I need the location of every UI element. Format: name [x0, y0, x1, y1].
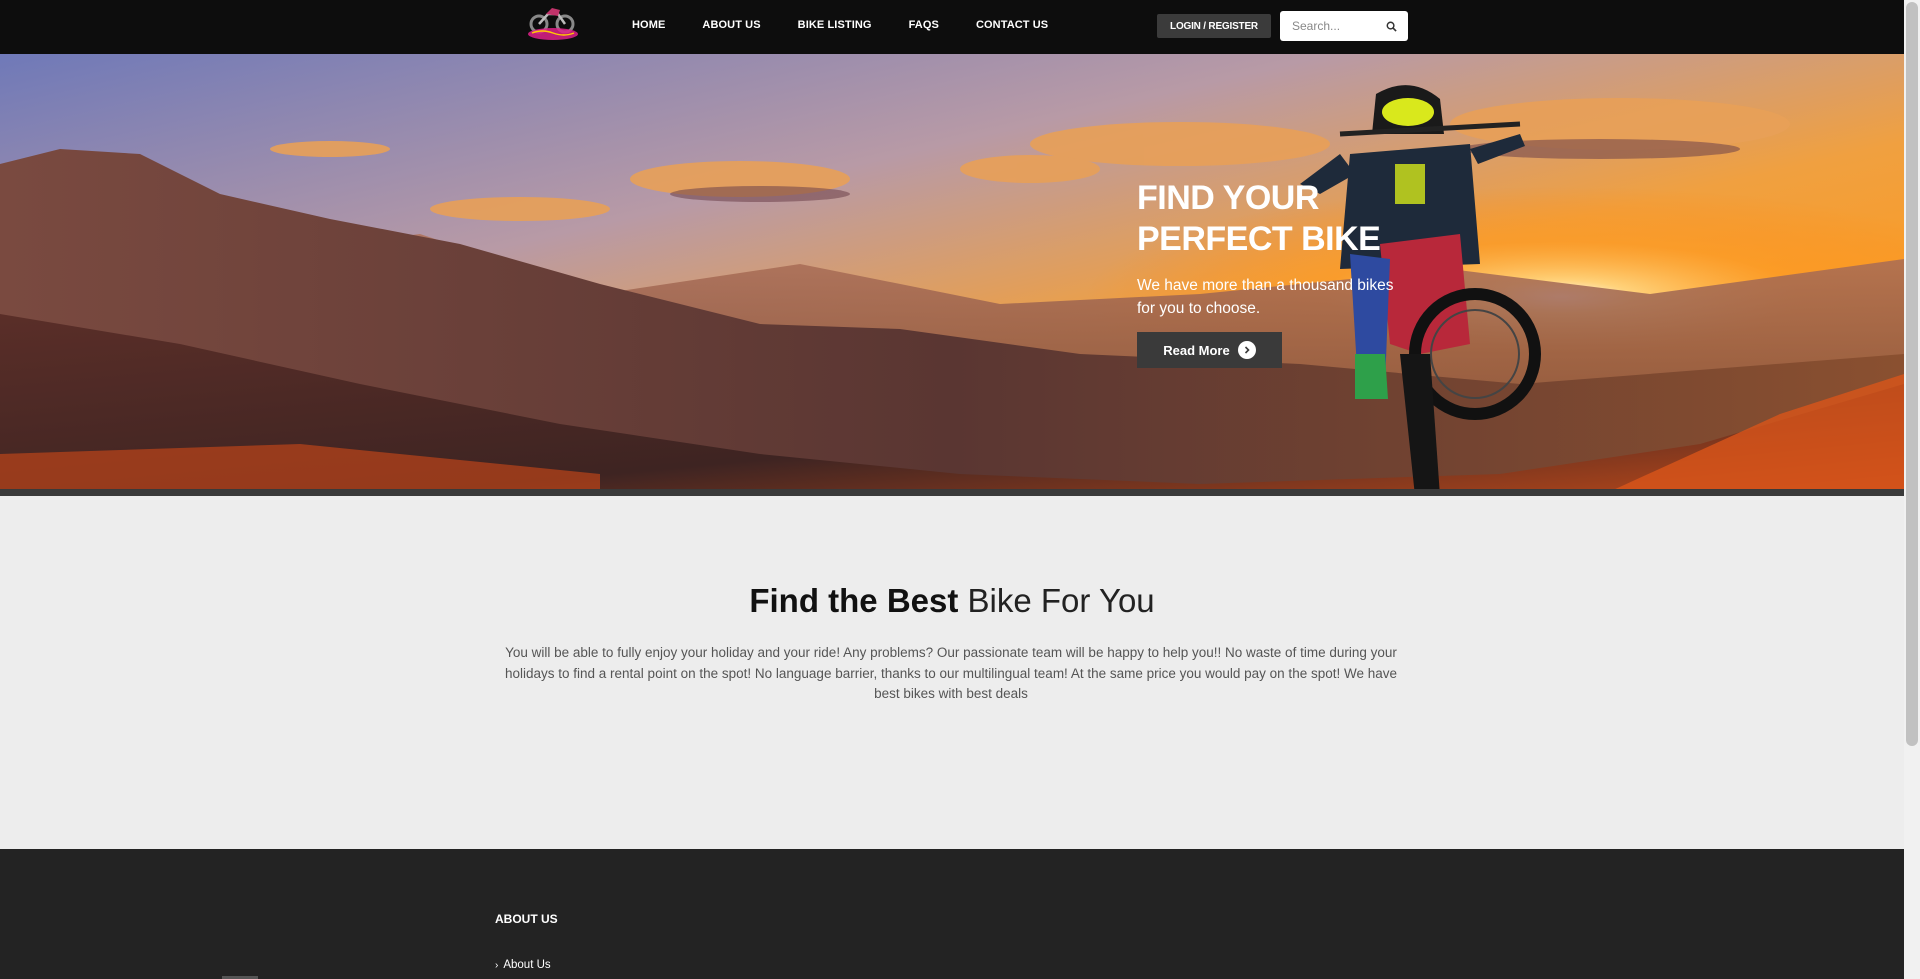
hero-bottom-strip — [0, 489, 1904, 496]
main-nav: HOME ABOUT US BIKE LISTING FAQS CONTACT … — [632, 0, 1085, 50]
section-title-bold: Find the Best — [749, 582, 959, 619]
chevron-right-icon — [1237, 341, 1256, 359]
hero-subtitle: We have more than a thousand bikes for y… — [1137, 277, 1394, 317]
nav-faqs[interactable]: FAQS — [909, 19, 939, 31]
nav-bike-listing[interactable]: BIKE LISTING — [798, 19, 872, 31]
hero-banner: FIND YOUR PERFECT BIKE We have more than… — [0, 54, 1904, 496]
section-title: Find the Best Bike For You — [0, 582, 1904, 620]
footer-heading-about: ABOUT US — [495, 912, 558, 926]
page: HOME ABOUT US BIKE LISTING FAQS CONTACT … — [0, 0, 1920, 979]
search-box — [1280, 11, 1408, 41]
nav-about-us[interactable]: ABOUT US — [702, 19, 760, 31]
read-more-label: Read More — [1163, 342, 1230, 358]
chevron-right-icon: › — [495, 959, 499, 971]
read-more-button[interactable]: Read More — [1137, 332, 1282, 368]
section-title-light: Bike For You — [967, 582, 1155, 619]
footer: ABOUT US › About Us — [0, 849, 1904, 979]
hero-background-image — [0, 54, 1904, 496]
footer-link-about-us[interactable]: › About Us — [495, 959, 551, 971]
footer-link-label: About Us — [503, 959, 551, 971]
search-icon[interactable] — [1386, 21, 1397, 32]
nav-contact-us[interactable]: CONTACT US — [976, 19, 1048, 31]
hero-title: FIND YOUR PERFECT BIKE — [1137, 179, 1381, 258]
search-input[interactable] — [1280, 11, 1384, 41]
login-register-button[interactable]: LOGIN / REGISTER — [1157, 14, 1271, 38]
top-navbar: HOME ABOUT US BIKE LISTING FAQS CONTACT … — [0, 0, 1904, 54]
site-logo[interactable] — [522, 2, 584, 48]
scrollbar-thumb[interactable] — [1906, 2, 1918, 746]
nav-home[interactable]: HOME — [632, 19, 665, 31]
section-description: You will be able to fully enjoy your hol… — [504, 645, 1398, 701]
